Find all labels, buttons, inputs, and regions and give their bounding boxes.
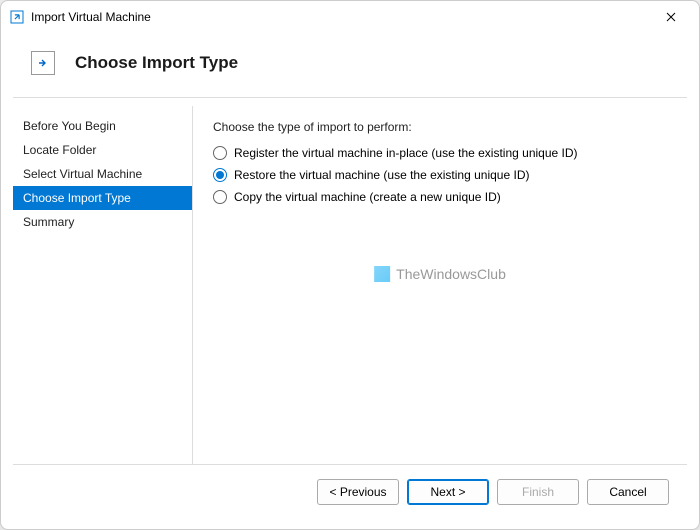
app-icon xyxy=(9,9,25,25)
sidebar-item-before-you-begin[interactable]: Before You Begin xyxy=(13,114,192,138)
close-button[interactable] xyxy=(651,3,691,31)
wizard-body: Before You Begin Locate Folder Select Vi… xyxy=(1,98,699,464)
watermark-text: TheWindowsClub xyxy=(396,266,506,282)
wizard-window: Import Virtual Machine Choose Import Typ… xyxy=(0,0,700,530)
previous-button[interactable]: < Previous xyxy=(317,479,399,505)
radio-label: Copy the virtual machine (create a new u… xyxy=(234,190,501,204)
watermark-icon xyxy=(374,266,390,282)
finish-button: Finish xyxy=(497,479,579,505)
radio-label: Register the virtual machine in-place (u… xyxy=(234,146,578,160)
titlebar: Import Virtual Machine xyxy=(1,1,699,33)
wizard-footer: < Previous Next > Finish Cancel xyxy=(13,464,687,519)
cancel-button[interactable]: Cancel xyxy=(587,479,669,505)
radio-restore[interactable]: Restore the virtual machine (use the exi… xyxy=(213,168,667,182)
sidebar-item-locate-folder[interactable]: Locate Folder xyxy=(13,138,192,162)
window-title: Import Virtual Machine xyxy=(31,10,651,24)
radio-icon xyxy=(213,190,227,204)
radio-copy[interactable]: Copy the virtual machine (create a new u… xyxy=(213,190,667,204)
radio-icon xyxy=(213,168,227,182)
radio-label: Restore the virtual machine (use the exi… xyxy=(234,168,529,182)
sidebar-item-summary[interactable]: Summary xyxy=(13,210,192,234)
wizard-header: Choose Import Type xyxy=(1,33,699,97)
sidebar-item-select-vm[interactable]: Select Virtual Machine xyxy=(13,162,192,186)
sidebar: Before You Begin Locate Folder Select Vi… xyxy=(13,106,193,464)
instruction-text: Choose the type of import to perform: xyxy=(213,120,667,134)
radio-register-in-place[interactable]: Register the virtual machine in-place (u… xyxy=(213,146,667,160)
next-button[interactable]: Next > xyxy=(407,479,489,505)
sidebar-item-choose-import-type[interactable]: Choose Import Type xyxy=(13,186,192,210)
import-type-group: Register the virtual machine in-place (u… xyxy=(213,146,667,204)
page-title: Choose Import Type xyxy=(75,53,238,73)
watermark: TheWindowsClub xyxy=(374,266,506,282)
import-icon xyxy=(31,51,55,75)
content-panel: Choose the type of import to perform: Re… xyxy=(193,106,687,464)
radio-icon xyxy=(213,146,227,160)
